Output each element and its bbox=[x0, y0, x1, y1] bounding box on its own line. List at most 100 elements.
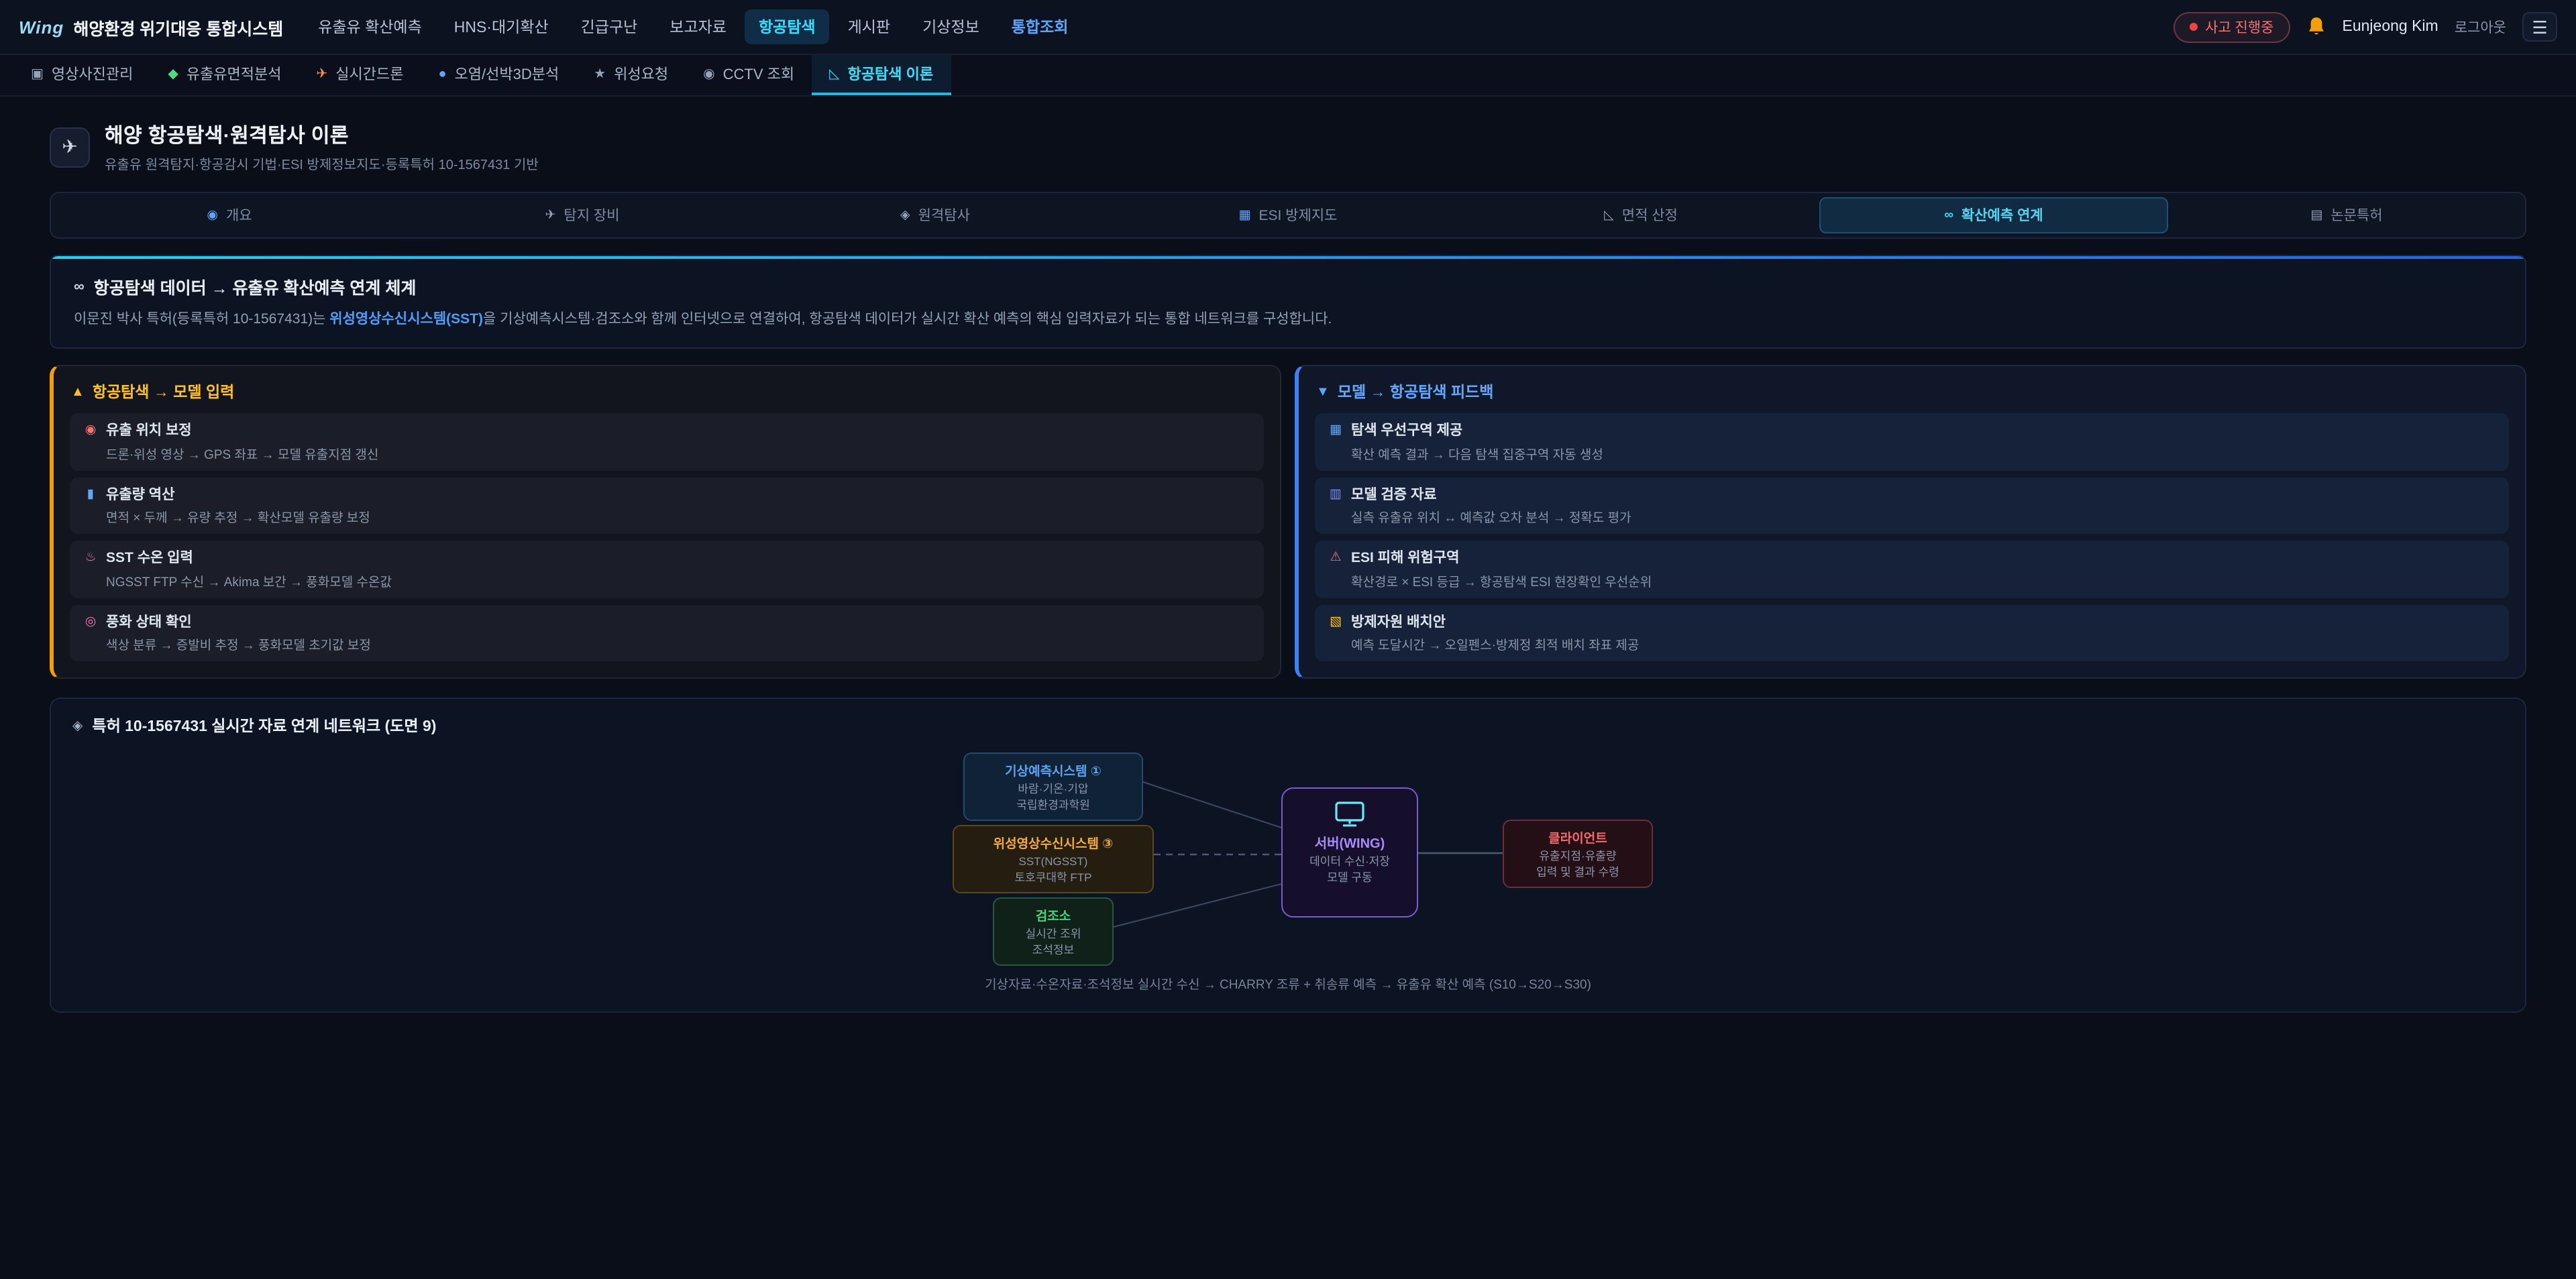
tab-remote-sensing[interactable]: ◈ 원격탐사 bbox=[761, 197, 1110, 233]
cctv-icon: ◉ bbox=[703, 66, 714, 81]
theory-section-tabbar: ◉ 개요 ✈ 탐지 장비 ◈ 원격탐사 ▦ ESI 방제지도 ◺ 면적 산정 ∞… bbox=[50, 192, 2526, 239]
row-title-text: 풍화 상태 확인 bbox=[106, 612, 192, 632]
oil-barrel-icon: ▮ bbox=[83, 487, 98, 502]
page-header-text: 해양 항공탐색·원격탐사 이론 유출유 원격탐지·항공감시 기법·ESI 방제정… bbox=[105, 121, 539, 173]
tab-label: 탐지 장비 bbox=[564, 205, 619, 225]
bell-icon bbox=[2306, 16, 2326, 38]
app-title: 해양환경 위기대응 통합시스템 bbox=[73, 14, 283, 40]
chart-icon: ▥ bbox=[1328, 487, 1343, 502]
subnav-label: 항공탐색 이론 bbox=[848, 63, 934, 85]
app-root: Wing 해양환경 위기대응 통합시스템 유출유 확산예측 HNS·대기확산 긴… bbox=[0, 0, 2576, 1279]
card-search-to-model: ▲ 항공탐색 → 모델 입력 ◉ 유출 위치 보정 드론·위성 영상 → GPS… bbox=[50, 366, 1281, 679]
subnav-label: 영상사진관리 bbox=[52, 63, 133, 85]
row-title: ⚠ ESI 피해 위험구역 bbox=[1328, 548, 2496, 568]
node-title: 기상예측시스템 ① bbox=[974, 761, 1132, 780]
node-subtext: 모델 구동 bbox=[1292, 871, 1407, 885]
diagram-node-wing-server: 서버(WING) 데이터 수신·저장 모델 구동 bbox=[1281, 788, 1418, 918]
row-description: 실측 유출유 위치 ↔ 예측값 오차 분석 → 정확도 평가 bbox=[1328, 508, 2496, 526]
subnav-item-spill-area-analysis[interactable]: ◆ 유출유면적분석 bbox=[150, 55, 299, 95]
subnav-label: 위성요청 bbox=[614, 63, 668, 85]
subnav-item-cctv-view[interactable]: ◉ CCTV 조회 bbox=[686, 55, 812, 95]
incident-status-badge[interactable]: 사고 진행중 bbox=[2173, 11, 2290, 42]
list-item-model-validation: ▥ 모델 검증 자료 실측 유출유 위치 ↔ 예측값 오차 분석 → 정확도 평… bbox=[1315, 478, 2509, 535]
sst-system-link[interactable]: 위성영상수신시스템(SST) bbox=[329, 311, 483, 327]
app-logo[interactable]: Wing 해양환경 위기대응 통합시스템 bbox=[19, 14, 283, 40]
area-calc-icon: ◺ bbox=[1604, 208, 1614, 223]
list-item-weathering-check: ◎ 풍화 상태 확인 색상 분류 → 증발비 추정 → 풍화모델 초기값 보정 bbox=[70, 605, 1264, 662]
nav-item-oil-spill-prediction[interactable]: 유출유 확산예측 bbox=[305, 9, 435, 44]
row-title: ▧ 방제자원 배치안 bbox=[1328, 612, 2496, 632]
tab-detection-equipment[interactable]: ✈ 탐지 장비 bbox=[408, 197, 757, 233]
tab-papers-patents[interactable]: ▤ 논문특허 bbox=[2172, 197, 2521, 233]
row-description: NGSST FTP 수신 → Akima 보간 → 풍화모델 수온값 bbox=[83, 571, 1250, 590]
nav-item-hns-atmospheric[interactable]: HNS·대기확산 bbox=[441, 9, 562, 44]
aerial-theory-icon: ✈ bbox=[62, 135, 77, 158]
tab-esi-map[interactable]: ▦ ESI 방제지도 bbox=[1114, 197, 1462, 233]
tab-diffusion-linkage[interactable]: ∞ 확산예측 연계 bbox=[1819, 197, 2168, 233]
sub-navigation-bar: ▣ 영상사진관리 ◆ 유출유면적분석 ✈ 실시간드론 ● 오염/선박3D분석 ★… bbox=[0, 55, 2576, 97]
tab-label: 확산예측 연계 bbox=[1962, 205, 2043, 225]
tab-area-calculation[interactable]: ◺ 면적 산정 bbox=[1466, 197, 1815, 233]
node-subtext: 토호쿠대학 FTP bbox=[963, 871, 1143, 885]
subnav-item-aerial-search-theory[interactable]: ◺ 항공탐색 이론 bbox=[812, 55, 951, 95]
row-description: 드론·위성 영상 → GPS 좌표 → 모델 유출지점 갱신 bbox=[83, 444, 1250, 463]
list-item-sst-input: ♨ SST 수온 입력 NGSST FTP 수신 → Akima 보간 → 풍화… bbox=[70, 541, 1264, 598]
list-item-esi-risk-zone: ⚠ ESI 피해 위험구역 확산경로 × ESI 등급 → 항공탐색 ESI 현… bbox=[1315, 541, 2509, 598]
realtime-data-network-diagram: 기상예측시스템 ① 바람·기온·기압 국립환경과학원 위성영상수신시스템 ③ S… bbox=[885, 753, 1690, 960]
row-description: 면적 × 두께 → 유량 추정 → 확산모델 유출량 보정 bbox=[83, 508, 1250, 526]
subnav-label: 유출유면적분석 bbox=[186, 63, 282, 85]
subnav-item-realtime-drone[interactable]: ✈ 실시간드론 bbox=[299, 55, 421, 95]
nav-item-aerial-search[interactable]: 항공탐색 bbox=[745, 9, 829, 44]
node-subtext: 바람·기온·기압 bbox=[974, 782, 1132, 796]
nav-item-integrated-search[interactable]: 통합조회 bbox=[998, 9, 1082, 44]
node-subtext: 조석정보 bbox=[1004, 943, 1103, 957]
esi-map-icon: ▦ bbox=[1239, 208, 1251, 223]
server-monitor-icon bbox=[1334, 801, 1366, 828]
linkage-heading: ∞ 항공탐색 데이터 → 유출유 확산예측 연계 체계 bbox=[74, 274, 2502, 299]
node-subtext: 국립환경과학원 bbox=[974, 798, 1132, 812]
node-subtext: 유출지점·유출량 bbox=[1513, 849, 1642, 863]
list-item-position-correction: ◉ 유출 위치 보정 드론·위성 영상 → GPS 좌표 → 모델 유출지점 갱… bbox=[70, 414, 1264, 471]
tab-overview[interactable]: ◉ 개요 bbox=[55, 197, 404, 233]
ship-3d-icon: ● bbox=[438, 66, 446, 81]
node-title: 위성영상수신시스템 ③ bbox=[963, 834, 1143, 852]
node-subtext: 데이터 수신·저장 bbox=[1292, 854, 1407, 869]
network-panel-title: ◈ 특허 10-1567431 실시간 자료 연계 네트워크 (도면 9) bbox=[72, 716, 2504, 737]
nav-item-reports[interactable]: 보고자료 bbox=[656, 9, 740, 44]
row-title: ◎ 풍화 상태 확인 bbox=[83, 612, 1250, 632]
subnav-item-image-photo-management[interactable]: ▣ 영상사진관리 bbox=[13, 55, 150, 95]
map-grid-icon: ▦ bbox=[1328, 423, 1343, 438]
list-item-volume-estimation: ▮ 유출량 역산 면적 × 두께 → 유량 추정 → 확산모델 유출량 보정 bbox=[70, 478, 1264, 535]
row-title-text: 유출 위치 보정 bbox=[106, 421, 192, 441]
upload-icon: ▲ bbox=[71, 385, 85, 400]
notification-bell-icon[interactable] bbox=[2306, 16, 2326, 38]
subnav-label: CCTV 조회 bbox=[723, 63, 795, 85]
linkage-description: 이문진 박사 특허(등록특허 10-1567431)는 위성영상수신시스템(SS… bbox=[74, 309, 2502, 331]
papers-icon: ▤ bbox=[2310, 208, 2322, 223]
logout-button[interactable]: 로그아웃 bbox=[2455, 17, 2506, 37]
node-title: 검조소 bbox=[1004, 906, 1103, 925]
photo-management-icon: ▣ bbox=[31, 66, 44, 81]
nav-item-weather-info[interactable]: 기상정보 bbox=[909, 9, 993, 44]
list-item-resource-deployment: ▧ 방제자원 배치안 예측 도달시간 → 오일펜스·방제정 최적 배치 좌표 제… bbox=[1315, 605, 2509, 662]
main-content: ✈ 해양 항공탐색·원격탐사 이론 유출유 원격탐지·항공감시 기법·ESI 방… bbox=[0, 97, 2576, 1013]
alert-icon: ⚠ bbox=[1328, 551, 1343, 565]
linkage-cards-row: ▲ 항공탐색 → 모델 입력 ◉ 유출 위치 보정 드론·위성 영상 → GPS… bbox=[50, 366, 2526, 679]
tab-label: 면적 산정 bbox=[1622, 205, 1678, 225]
hamburger-menu-icon[interactable]: ☰ bbox=[2522, 12, 2557, 42]
nav-item-emergency-rescue[interactable]: 긴급구난 bbox=[568, 9, 651, 44]
package-icon: ▧ bbox=[1328, 614, 1343, 629]
subnav-item-satellite-request[interactable]: ★ 위성요청 bbox=[576, 55, 686, 95]
nav-item-board[interactable]: 게시판 bbox=[835, 9, 904, 44]
user-name[interactable]: Eunjeong Kim bbox=[2343, 19, 2438, 35]
card-model-to-search: ▼ 모델 → 항공탐색 피드백 ▦ 탐색 우선구역 제공 확산 예측 결과 → … bbox=[1295, 366, 2526, 679]
diagram-node-tide-station: 검조소 실시간 조위 조석정보 bbox=[993, 898, 1114, 966]
row-title: ♨ SST 수온 입력 bbox=[83, 548, 1250, 568]
wing-logo-icon: Wing bbox=[19, 17, 64, 37]
node-title: 클라이언트 bbox=[1513, 828, 1642, 847]
card-search-to-model-title: ▲ 항공탐색 → 모델 입력 bbox=[71, 382, 1264, 403]
node-subtext: 입력 및 결과 수령 bbox=[1513, 865, 1642, 879]
subnav-item-pollution-ship-3d[interactable]: ● 오염/선박3D분석 bbox=[421, 55, 576, 95]
tab-label: ESI 방제지도 bbox=[1259, 205, 1338, 225]
location-pin-icon: ◉ bbox=[83, 423, 98, 438]
